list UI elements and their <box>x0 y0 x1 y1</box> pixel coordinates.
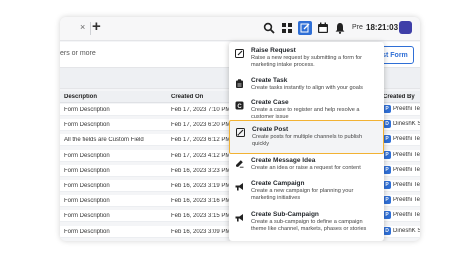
row-description: Form Description <box>64 183 110 189</box>
row-created-on: Feb 16, 2023 3:16 PM <box>171 198 231 205</box>
user-name: Preethi Te <box>393 212 420 219</box>
user-name: Preethi Te <box>393 151 420 158</box>
row-created-by: P Preethi Te <box>383 181 420 189</box>
menu-item-title: Create Task <box>251 77 288 84</box>
form-icon <box>235 49 244 58</box>
row-description: Form Description <box>64 228 110 235</box>
tab-close-icon[interactable]: × <box>80 22 85 32</box>
row-created-by: P Preethi Te <box>383 211 420 220</box>
row-created-on: Feb 16, 2023 3:09 PM <box>171 228 231 235</box>
post-icon <box>236 128 245 137</box>
menu-item-description: Create tasks instantly to align with you… <box>251 85 363 91</box>
user-name: Preethi Te <box>393 197 420 204</box>
user-initial-badge: P <box>383 211 391 220</box>
message-idea-icon <box>235 159 244 168</box>
search-input[interactable]: ers or more <box>60 50 96 57</box>
menu-item-description: Create a sub-campaign to define a campai… <box>251 219 367 233</box>
task-clipboard-icon <box>235 79 244 88</box>
row-description: Form Description <box>64 167 110 174</box>
menu-item-create-campaign[interactable]: Create Campaign Create a new campaign fo… <box>229 175 384 209</box>
user-initial-badge: P <box>383 150 391 159</box>
search-icon[interactable] <box>262 21 276 35</box>
menu-item-raise-request[interactable]: Raise Request Raise a new request by sub… <box>229 42 384 76</box>
user-name: Preethi Te <box>393 166 420 173</box>
tab-divider <box>90 22 91 35</box>
row-created-on: Feb 17, 2023 7:10 PM <box>171 107 231 113</box>
user-initial-badge: P <box>383 105 391 113</box>
user-name: Preethi Te <box>393 136 420 143</box>
row-created-on: Feb 17, 2023 6:20 PM <box>171 122 231 129</box>
row-created-on: Feb 16, 2023 3:19 PM <box>171 183 231 189</box>
menu-item-description: Raise a new request by submitting a form… <box>251 55 362 69</box>
menu-item-description: Create a new campaign for planning your … <box>251 188 354 202</box>
menu-item-title: Create Message Idea <box>251 157 316 164</box>
row-created-on: Feb 17, 2023 6:12 PM <box>171 137 231 144</box>
avatar[interactable] <box>399 21 412 34</box>
apps-grid-icon[interactable] <box>280 21 294 35</box>
row-created-on: Feb 16, 2023 3:15 PM <box>171 213 231 220</box>
user-initial-badge: D <box>383 120 391 129</box>
row-created-by: P Preethi Te <box>383 150 420 159</box>
menu-item-description: Create an idea or raise a request for co… <box>251 165 361 171</box>
row-created-by: P Preethi Te <box>383 105 420 113</box>
row-created-by: D DineshK S <box>383 120 420 129</box>
add-tab-button[interactable]: + <box>92 18 101 35</box>
campaign-icon <box>235 182 244 191</box>
menu-item-create-sub-campaign[interactable]: Create Sub-Campaign Create a sub-campaig… <box>229 206 384 240</box>
user-name: Preethi Te <box>393 182 420 188</box>
menu-item-title: Create Post <box>252 126 289 133</box>
row-created-by: D DineshK S <box>383 226 420 235</box>
row-description: Form Description <box>64 213 110 220</box>
user-initial-badge: P <box>383 135 391 144</box>
user-initial-badge: D <box>383 226 391 235</box>
user-name: Preethi Te <box>393 106 420 112</box>
user-initial-badge: P <box>383 165 391 174</box>
case-icon: C <box>235 101 244 110</box>
row-description: Form Description <box>64 198 110 205</box>
menu-item-description: Create posts for multiple channels to pu… <box>252 134 363 148</box>
row-created-by: P Preethi Te <box>383 135 420 144</box>
row-description: Form Description <box>64 152 110 159</box>
menu-item-title: Create Sub-Campaign <box>251 211 319 218</box>
user-initial-badge: P <box>383 181 391 189</box>
svg-text:C: C <box>237 104 242 110</box>
clock: 18:21:03 <box>366 23 399 32</box>
menu-item-title: Create Case <box>251 99 289 106</box>
user-name: DineshK S <box>393 121 420 128</box>
menu-item-title: Create Campaign <box>251 180 305 187</box>
plan-label: Pre <box>352 24 363 31</box>
row-description: All the fields are Custom Field <box>64 137 144 144</box>
create-menu: Raise Request Raise a new request by sub… <box>229 42 384 241</box>
app-window: × + Pre 18:21:03 ers or more est Form De… <box>60 17 420 241</box>
row-created-on: Feb 16, 2023 3:23 PM <box>171 167 231 174</box>
row-created-by: P Preethi Te <box>383 165 420 174</box>
bell-icon[interactable] <box>333 21 347 35</box>
menu-item-title: Raise Request <box>251 47 296 54</box>
user-initial-badge: P <box>383 196 391 205</box>
header-created-by[interactable]: Created By <box>383 94 415 100</box>
header-created-on[interactable]: Created On <box>171 94 235 100</box>
user-name: DineshK S <box>393 227 420 234</box>
menu-item-create-post[interactable]: Create Post Create posts for multiple ch… <box>229 120 384 154</box>
row-created-on: Feb 17, 2023 4:12 PM <box>171 152 231 159</box>
sub-campaign-icon <box>235 213 244 222</box>
calendar-icon[interactable] <box>316 21 330 35</box>
compose-icon[interactable] <box>298 21 312 35</box>
header-description[interactable]: Description <box>64 94 164 100</box>
row-created-by: P Preethi Te <box>383 196 420 205</box>
top-bar: × + Pre 18:21:03 <box>60 17 420 41</box>
row-description: Form Description <box>64 122 110 129</box>
row-description: Form Description <box>64 107 110 113</box>
